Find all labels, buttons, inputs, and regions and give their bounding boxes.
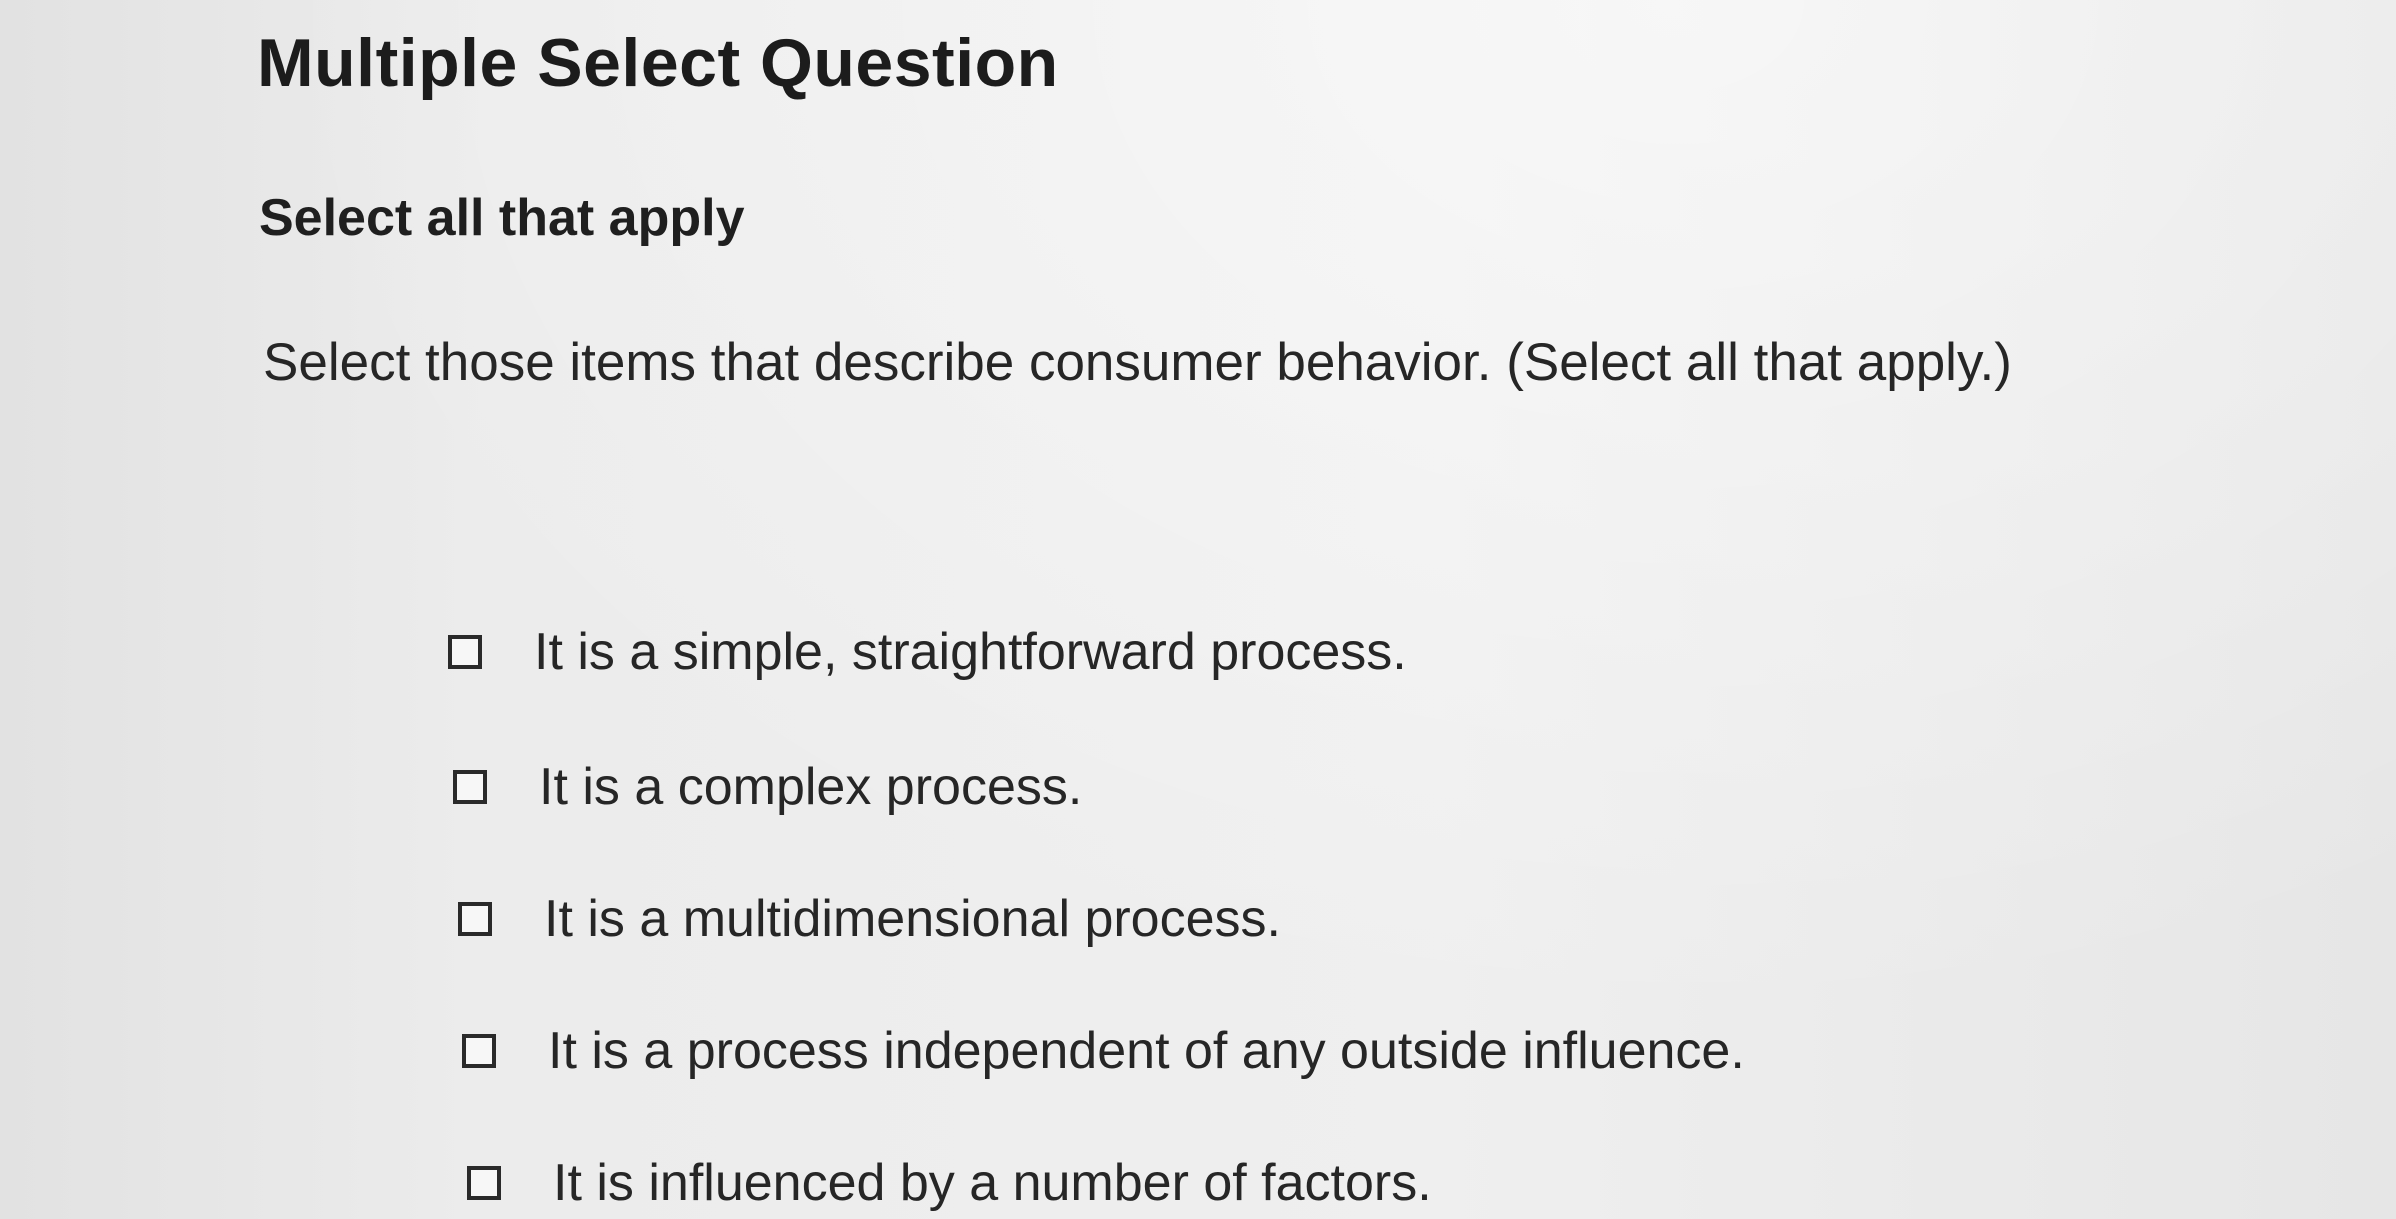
checkbox[interactable] [458, 902, 492, 936]
checkbox[interactable] [453, 770, 487, 804]
option-item-1[interactable]: It is a simple, straightforward process. [448, 617, 1407, 687]
option-item-2[interactable]: It is a complex process. [453, 752, 1082, 822]
checkbox[interactable] [462, 1034, 496, 1068]
option-label[interactable]: It is a multidimensional process. [544, 889, 1281, 949]
option-label[interactable]: It is influenced by a number of factors. [553, 1153, 1432, 1213]
checkbox[interactable] [467, 1166, 501, 1200]
option-label[interactable]: It is a process independent of any outsi… [548, 1021, 1745, 1081]
option-item-5[interactable]: It is influenced by a number of factors. [467, 1148, 1432, 1218]
option-label[interactable]: It is a simple, straightforward process. [534, 622, 1407, 682]
checkbox[interactable] [448, 635, 482, 669]
option-item-4[interactable]: It is a process independent of any outsi… [462, 1016, 1745, 1086]
answer-options: It is a simple, straightforward process.… [0, 0, 2396, 1219]
option-item-3[interactable]: It is a multidimensional process. [458, 884, 1281, 954]
option-label[interactable]: It is a complex process. [539, 757, 1082, 817]
question-page: Multiple Select Question Select all that… [0, 0, 2396, 1219]
